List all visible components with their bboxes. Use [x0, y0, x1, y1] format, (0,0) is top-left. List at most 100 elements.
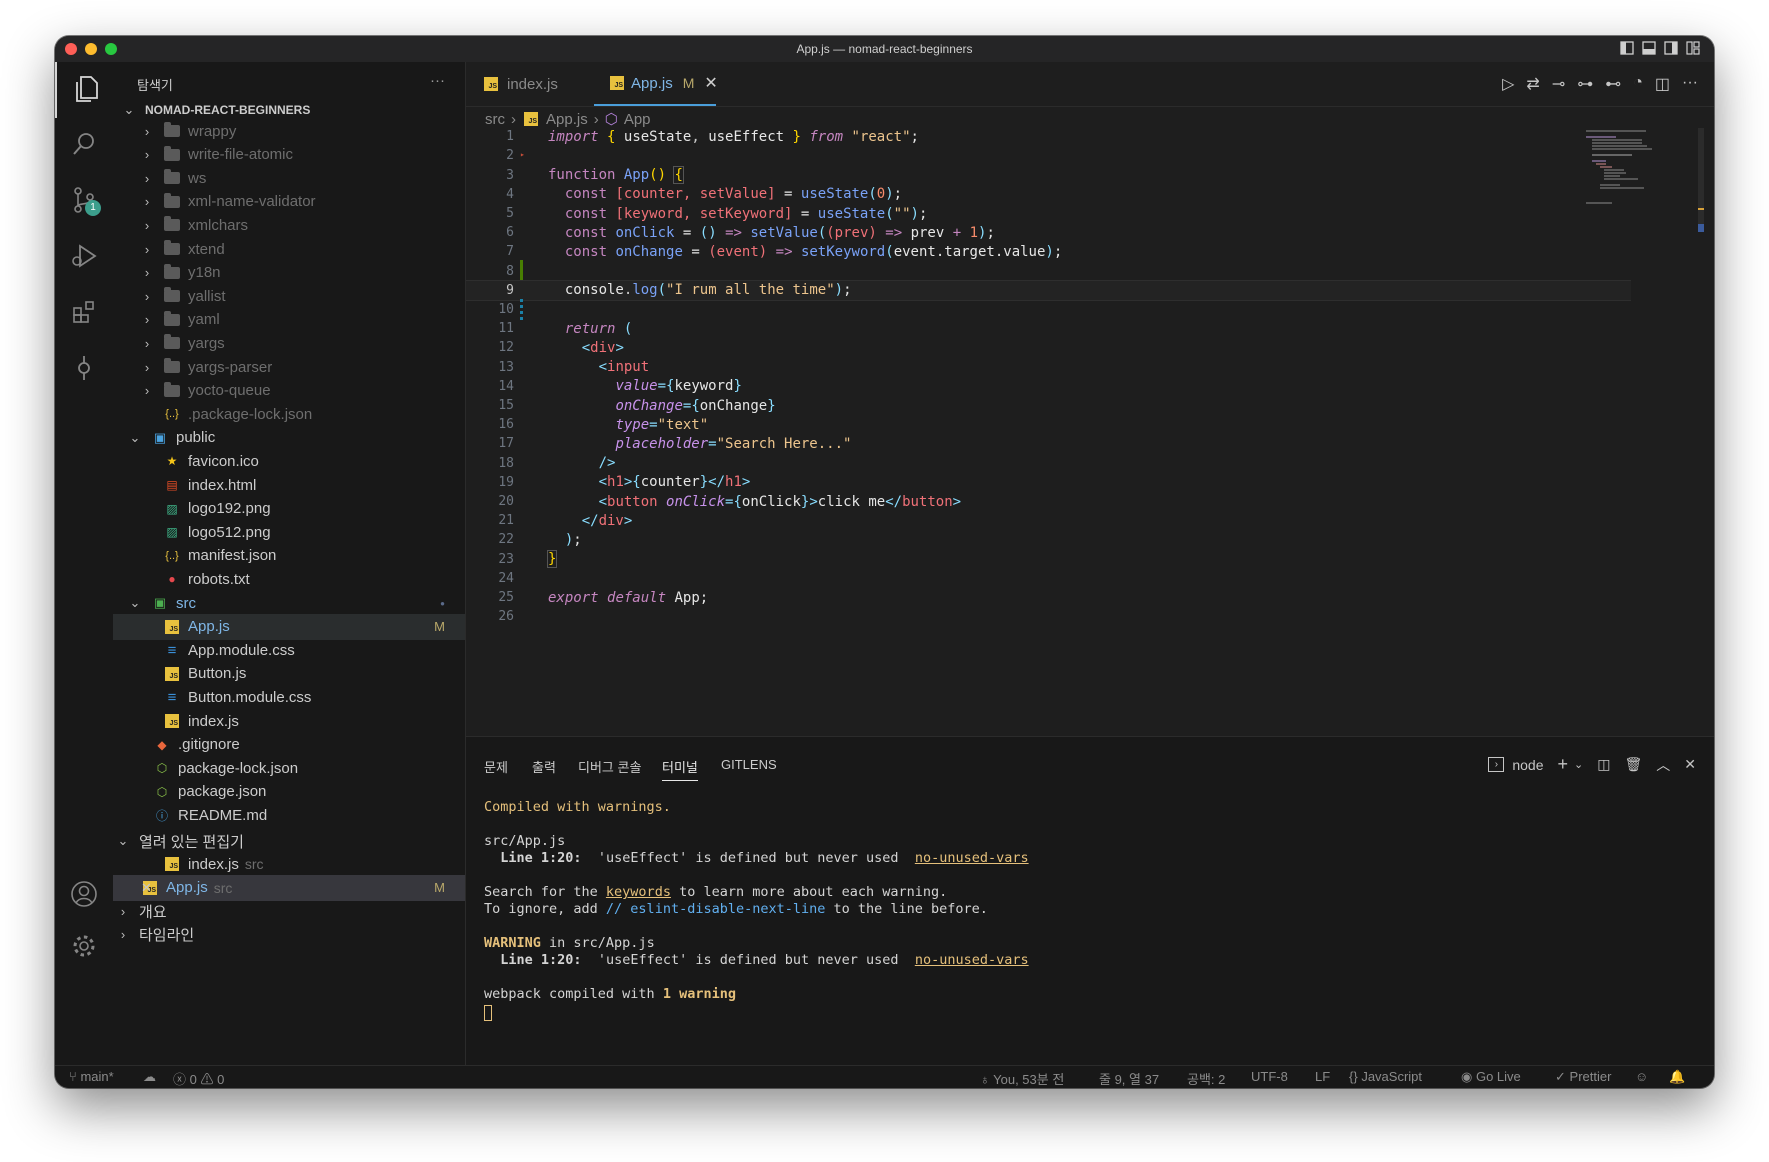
toggle-panel-icon[interactable] — [1642, 41, 1656, 55]
tree-file[interactable]: ≡ App.module.css — [113, 637, 465, 663]
breadcrumb-file[interactable]: App.js — [546, 111, 588, 128]
panel-tab-output[interactable]: 출력 — [532, 757, 556, 776]
end-of-line[interactable]: LF — [1315, 1069, 1330, 1084]
branch-status[interactable]: ⑂ main* — [69, 1069, 114, 1084]
tree-file[interactable]: ◆ .gitignore — [113, 732, 465, 758]
breadcrumb-symbol[interactable]: App — [624, 111, 651, 128]
folder-icon — [163, 169, 181, 186]
git-icon: ◆ — [157, 737, 167, 752]
tree-file[interactable]: ▨ logo192.png — [113, 496, 465, 522]
tree-file[interactable]: {..} .package-lock.json — [113, 401, 465, 427]
customize-layout-icon[interactable] — [1686, 41, 1700, 55]
previous-revision-icon[interactable]: ⊸ — [1552, 74, 1565, 94]
tree-folder[interactable]: › ws — [113, 165, 465, 191]
tree-folder[interactable]: › yocto-queue — [113, 378, 465, 404]
panel-tab-gitlens[interactable]: GITLENS — [721, 757, 777, 772]
run-icon[interactable]: ▷ — [1502, 74, 1514, 94]
open-editor-item[interactable]: JS index.js src — [113, 851, 465, 877]
history-icon[interactable]: ◔ — [1633, 74, 1643, 94]
tree-folder[interactable]: › wrappy — [113, 118, 465, 144]
keywords-link[interactable]: keywords — [606, 884, 671, 900]
new-terminal-icon[interactable]: + — [1558, 754, 1569, 775]
open-changes-icon[interactable]: ⇄ — [1526, 74, 1539, 94]
terminal-line: Compiled with warnings. — [484, 799, 671, 815]
tree-folder-public[interactable]: ⌄ ▣ public — [113, 425, 465, 451]
tree-file[interactable]: ⓘ README.md — [113, 802, 465, 828]
tree-file[interactable]: ▤ index.html — [113, 472, 465, 498]
terminal-cursor — [484, 1005, 492, 1023]
editor-actions: ▷ ⇄ ⊸ ⊶ ⊷ ◔ ◫ ··· — [1502, 74, 1698, 94]
split-terminal-icon[interactable]: ◫ — [1597, 756, 1610, 773]
minimap[interactable] — [1586, 128, 1706, 488]
rule-link[interactable]: no-unused-vars — [915, 952, 1029, 968]
chevron-right-icon: › — [144, 123, 150, 139]
tree-file[interactable]: ≡ Button.module.css — [113, 684, 465, 710]
bottom-panel: 문제 출력 디버그 콘솔 터미널 GITLENS › node + ⌄ ◫ 🗑 … — [466, 736, 1714, 1066]
tree-folder[interactable]: › write-file-atomic — [113, 142, 465, 168]
toggle-secondary-sidebar-icon[interactable] — [1664, 41, 1678, 55]
tree-folder[interactable]: › xmlchars — [113, 212, 465, 238]
section-timeline[interactable]: › 타임라인 — [113, 921, 465, 947]
panel-tab-terminal[interactable]: 터미널 — [662, 757, 698, 781]
problems-status[interactable]: ⓧ 0 ⚠ 0 — [173, 1069, 224, 1088]
commit-icon[interactable]: ⊶ — [1577, 74, 1593, 94]
run-debug-button[interactable] — [55, 230, 113, 286]
panel-tab-problems[interactable]: 문제 — [484, 757, 508, 776]
tree-file[interactable]: ● robots.txt — [113, 566, 465, 592]
tree-file[interactable]: ★ favicon.ico — [113, 448, 465, 474]
tab-index-js[interactable]: JS index.js — [466, 62, 594, 106]
prettier-status[interactable]: ✓ Prettier — [1555, 1069, 1611, 1085]
more-actions-icon[interactable]: ··· — [1682, 74, 1698, 94]
tree-folder[interactable]: › yargs-parser — [113, 354, 465, 380]
maximize-panel-icon[interactable]: ︿ — [1656, 755, 1670, 775]
close-editor-icon[interactable]: ✕ — [141, 880, 152, 896]
tree-item-label: favicon.ico — [188, 452, 259, 470]
sync-icon[interactable]: ☁ — [143, 1069, 156, 1085]
open-editor-item[interactable]: JS App.js src M ✕ — [113, 874, 465, 901]
tree-folder[interactable]: › yargs — [113, 330, 465, 356]
feedback-icon[interactable]: ☺ — [1635, 1069, 1648, 1084]
tree-file[interactable]: ⬡ package.json — [113, 779, 465, 805]
tree-file[interactable]: ▨ logo512.png — [113, 519, 465, 545]
terminal-name[interactable]: node — [1512, 757, 1543, 773]
next-revision-icon[interactable]: ⊷ — [1605, 74, 1621, 94]
split-editor-icon[interactable]: ◫ — [1655, 74, 1670, 94]
extensions-button[interactable] — [55, 286, 113, 342]
tree-folder[interactable]: › xml-name-validator — [113, 189, 465, 215]
code-editor[interactable]: 1 import { useState, useEffect } from "re… — [466, 126, 1646, 736]
tree-folder-src[interactable]: ⌄ ▣ src ● — [113, 590, 465, 616]
explorer-more-actions[interactable]: ··· — [430, 72, 445, 89]
line-number: 15 — [498, 398, 514, 414]
bell-icon[interactable]: 🔔 — [1669, 1069, 1685, 1085]
source-control-button[interactable]: 1 — [55, 174, 113, 230]
tree-file[interactable]: JS App.js M — [113, 613, 465, 640]
indentation[interactable]: 공백: 2 — [1187, 1069, 1225, 1088]
tree-file[interactable]: {..} manifest.json — [113, 543, 465, 569]
rule-link[interactable]: no-unused-vars — [915, 850, 1029, 866]
manage-button[interactable] — [55, 920, 113, 976]
tree-file[interactable]: JS index.js — [113, 708, 465, 734]
chevron-down-icon[interactable]: ⌄ — [1574, 758, 1583, 771]
blame-status[interactable]: ♁ You, 53분 전 — [980, 1069, 1064, 1088]
go-live-button[interactable]: ◉ Go Live — [1461, 1069, 1521, 1085]
panel-tab-debug-console[interactable]: 디버그 콘솔 — [578, 757, 641, 776]
tab-app-js[interactable]: JS App.js M ✕ — [594, 62, 718, 106]
toggle-primary-sidebar-icon[interactable] — [1620, 41, 1634, 55]
cursor-position[interactable]: 줄 9, 열 37 — [1099, 1069, 1159, 1088]
search-button[interactable] — [55, 118, 113, 174]
close-panel-icon[interactable]: ✕ — [1684, 756, 1696, 773]
tree-folder[interactable]: › xtend — [113, 236, 465, 262]
tree-folder[interactable]: › yallist — [113, 283, 465, 309]
encoding[interactable]: UTF-8 — [1251, 1069, 1288, 1084]
tree-folder[interactable]: › yaml — [113, 307, 465, 333]
tree-folder[interactable]: › y18n — [113, 260, 465, 286]
accounts-button[interactable] — [55, 868, 113, 924]
language-mode[interactable]: {} JavaScript — [1349, 1069, 1422, 1084]
close-tab-icon[interactable]: ✕ — [704, 73, 717, 93]
explorer-button[interactable] — [55, 62, 115, 118]
trash-icon[interactable]: 🗑 — [1624, 756, 1642, 773]
breadcrumb-folder[interactable]: src — [485, 111, 505, 128]
tree-file[interactable]: ⬡ package-lock.json — [113, 755, 465, 781]
tree-file[interactable]: JS Button.js — [113, 661, 465, 687]
gitlens-button[interactable] — [55, 342, 113, 398]
